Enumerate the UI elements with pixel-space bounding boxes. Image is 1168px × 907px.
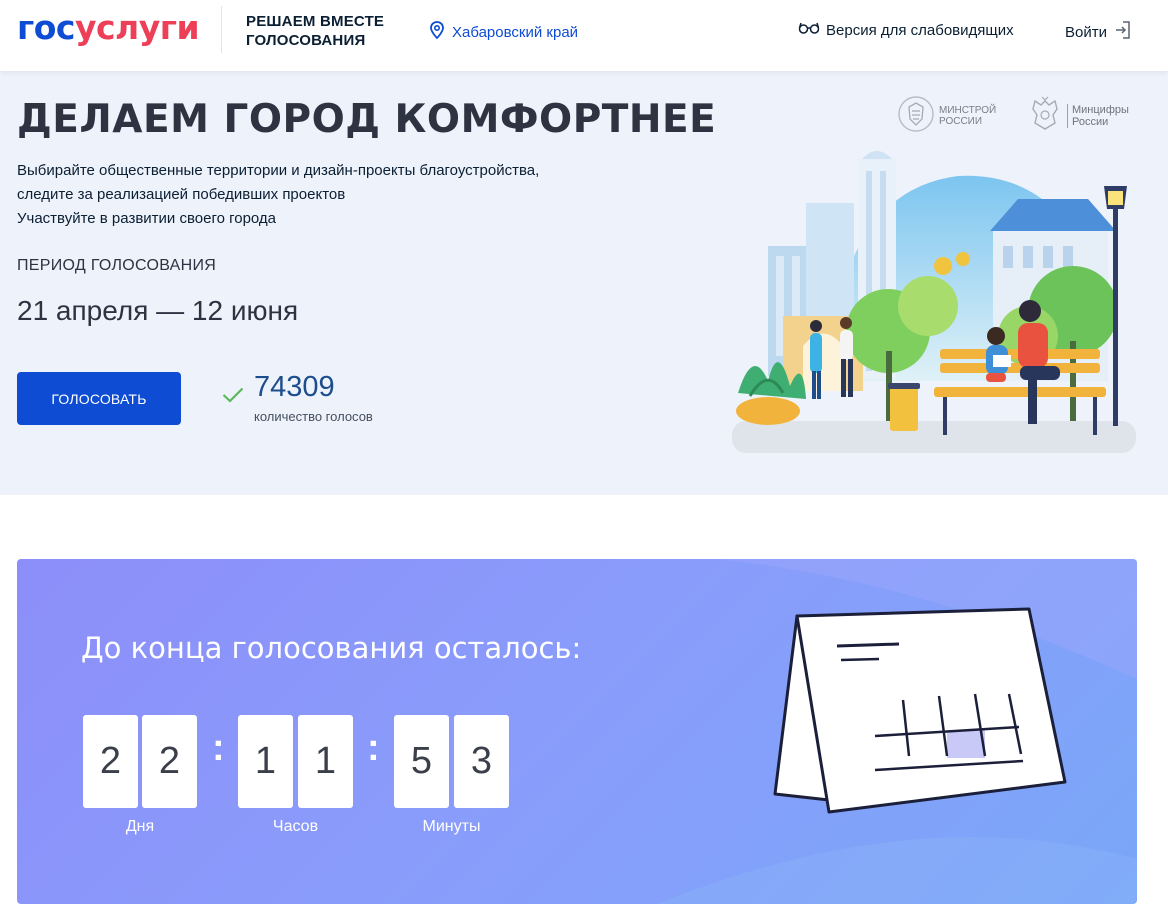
map-pin-icon: [430, 21, 444, 43]
region-selector[interactable]: Хабаровский край: [430, 21, 578, 43]
days-label: Дня: [125, 818, 155, 835]
hero-description: Выбирайте общественные территории и диза…: [17, 159, 539, 231]
mintsifry-line1: Минцифры: [1072, 103, 1129, 116]
voting-period-label: ПЕРИОД ГОЛОСОВАНИЯ: [17, 257, 217, 274]
mintsifry-logo: Минцифры России: [1027, 95, 1129, 136]
minutes-digit-1: 5: [394, 715, 449, 808]
hours-label: Часов: [272, 818, 319, 835]
time-separator: :: [212, 727, 225, 769]
site-header: госуслуги РЕШАЕМ ВМЕСТЕ ГОЛОСОВАНИЯ Хаба…: [0, 0, 1168, 71]
countdown-title: До конца голосования осталось:: [81, 631, 582, 665]
voting-period-value: 21 апреля — 12 июня: [17, 295, 299, 326]
accessibility-link[interactable]: Версия для слабовидящих: [798, 21, 1014, 39]
login-link[interactable]: Войти: [1065, 21, 1131, 43]
park-illustration: [732, 151, 1136, 453]
hero-text-line2: следите за реализацией победивших проект…: [17, 186, 346, 203]
hero-section: ДЕЛАЕМ ГОРОД КОМФОРТНЕЕ Выбирайте общест…: [0, 71, 1168, 495]
login-label: Войти: [1065, 23, 1107, 41]
emblem-icon: [897, 95, 935, 136]
time-separator: :: [367, 727, 380, 769]
accessibility-label: Версия для слабовидящих: [826, 21, 1014, 39]
hero-text-line3: Участвуйте в развитии своего города: [17, 210, 277, 227]
countdown-section: До конца голосования осталось: 2 2 : 1 1…: [17, 559, 1137, 904]
days-digit-2: 2: [142, 715, 197, 808]
hours-digit-2: 1: [298, 715, 353, 808]
mintsifry-line2: России: [1072, 115, 1109, 128]
vote-button[interactable]: ГОЛОСОВАТЬ: [17, 372, 181, 425]
hero-text-line1: Выбирайте общественные территории и диза…: [17, 162, 540, 179]
minstroy-logo: МИНСТРОЙ РОССИИ: [897, 95, 996, 136]
minstroy-line1: МИНСТРОЙ: [939, 104, 997, 116]
logo-part-gos: гос: [17, 8, 75, 47]
minutes-label: Минуты: [422, 818, 481, 835]
ministry-logos: МИНСТРОЙ РОССИИ Минцифры России: [897, 91, 1147, 135]
minstroy-text: МИНСТРОЙ РОССИИ: [939, 105, 996, 127]
votes-count: 74309: [254, 371, 335, 403]
gosuslugi-logo[interactable]: госуслуги: [17, 8, 200, 47]
header-divider: [221, 6, 222, 53]
logo-part-uslugi: услуги: [74, 8, 200, 47]
login-arrow-icon: [1115, 21, 1131, 43]
votes-label: количество голосов: [254, 409, 373, 424]
calendar-illustration: [773, 607, 1067, 814]
region-label: Хабаровский край: [452, 23, 579, 41]
glasses-icon: [798, 21, 820, 39]
double-headed-eagle-icon: [1027, 95, 1063, 136]
mintsifry-text: Минцифры России: [1067, 103, 1129, 128]
minutes-digit-2: 3: [454, 715, 509, 808]
days-digit-1: 2: [83, 715, 138, 808]
project-title-line2: ГОЛОСОВАНИЯ: [246, 32, 366, 49]
check-icon: [222, 387, 244, 408]
minstroy-line2: РОССИИ: [939, 115, 983, 127]
project-title-line1: РЕШАЕМ ВМЕСТЕ: [246, 13, 385, 30]
hours-digit-1: 1: [238, 715, 293, 808]
hero-title: ДЕЛАЕМ ГОРОД КОМФОРТНЕЕ: [17, 97, 717, 142]
project-title[interactable]: РЕШАЕМ ВМЕСТЕ ГОЛОСОВАНИЯ: [246, 12, 384, 50]
